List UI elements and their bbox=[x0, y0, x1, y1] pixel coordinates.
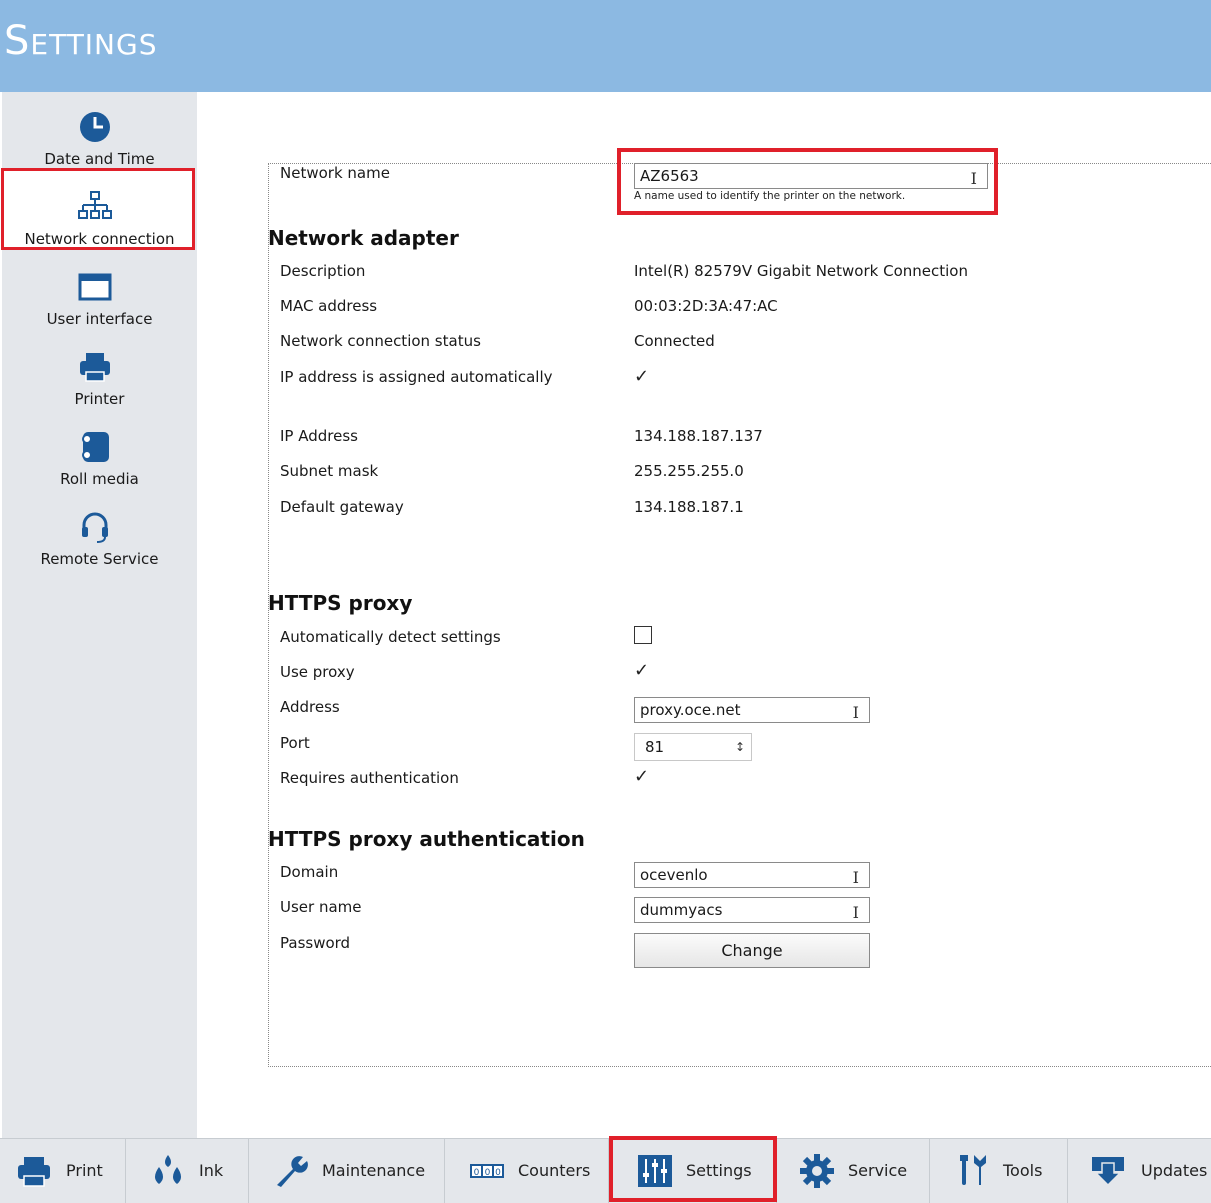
active-tab-highlight bbox=[609, 1136, 777, 1202]
sidebar-item-label: Roll media bbox=[60, 470, 139, 488]
domain-value: ocevenlo bbox=[640, 866, 708, 884]
auto-detect-checkbox[interactable] bbox=[634, 626, 652, 644]
network-name-value: AZ6563 bbox=[640, 167, 699, 185]
svg-text:0: 0 bbox=[495, 1168, 501, 1178]
tab-ink[interactable]: Ink bbox=[126, 1139, 249, 1203]
bottom-nav: Print Ink Maintenance 0 0 0 Counters Set… bbox=[0, 1138, 1211, 1203]
network-name-hint: A name used to identify the printer on t… bbox=[634, 190, 906, 202]
svg-text:0: 0 bbox=[485, 1168, 491, 1178]
mac-address-value: 00:03:2D:3A:47:AC bbox=[634, 297, 778, 315]
tab-tools[interactable]: Tools bbox=[930, 1139, 1068, 1203]
page-header: Settings bbox=[0, 0, 1211, 92]
auto-detect-label: Automatically detect settings bbox=[280, 628, 501, 646]
section-network-adapter: Network adapter bbox=[268, 226, 459, 250]
tab-label: Updates bbox=[1141, 1161, 1208, 1180]
gear-icon bbox=[800, 1154, 834, 1188]
printer-icon bbox=[80, 353, 110, 382]
spinner-arrows-icon[interactable]: ↕ bbox=[735, 734, 745, 760]
section-proxy-authentication: HTTPS proxy authentication bbox=[268, 827, 585, 851]
ip-auto-checkbox[interactable]: ✓ bbox=[634, 368, 652, 386]
use-proxy-checkbox[interactable]: ✓ bbox=[634, 662, 652, 680]
username-input[interactable]: dummyacs I bbox=[634, 897, 870, 923]
subnet-mask-value: 255.255.255.0 bbox=[634, 462, 744, 480]
tab-label: Maintenance bbox=[322, 1161, 426, 1180]
use-proxy-label: Use proxy bbox=[280, 663, 355, 681]
ink-drops-icon bbox=[155, 1155, 181, 1184]
ip-auto-label: IP address is assigned automatically bbox=[280, 368, 553, 386]
username-label: User name bbox=[280, 898, 362, 916]
text-cursor-icon: I bbox=[852, 868, 859, 887]
roll-media-icon bbox=[82, 432, 109, 462]
svg-text:0: 0 bbox=[474, 1168, 480, 1178]
description-value: Intel(R) 82579V Gigabit Network Connecti… bbox=[634, 262, 968, 280]
network-name-input[interactable]: AZ6563 I bbox=[634, 163, 988, 189]
change-password-button[interactable]: Change bbox=[634, 933, 870, 968]
tab-updates[interactable]: Updates bbox=[1068, 1139, 1211, 1203]
download-icon bbox=[1092, 1157, 1124, 1187]
sidebar-item-printer[interactable]: Printer bbox=[2, 340, 197, 418]
tab-print[interactable]: Print bbox=[0, 1139, 126, 1203]
tab-label: Service bbox=[848, 1161, 908, 1180]
text-cursor-icon: I bbox=[970, 169, 977, 188]
sidebar-item-remote-service[interactable]: Remote Service bbox=[2, 500, 197, 578]
wrench-icon bbox=[277, 1156, 308, 1187]
sidebar-item-label: User interface bbox=[46, 310, 153, 328]
tab-label: Print bbox=[66, 1161, 103, 1180]
tab-maintenance[interactable]: Maintenance bbox=[249, 1139, 445, 1203]
requires-auth-label: Requires authentication bbox=[280, 769, 459, 787]
default-gateway-value: 134.188.187.1 bbox=[634, 498, 744, 516]
mac-address-label: MAC address bbox=[280, 297, 378, 315]
printer-icon bbox=[18, 1157, 50, 1187]
connection-status-value: Connected bbox=[634, 332, 715, 350]
network-name-label: Network name bbox=[280, 164, 390, 182]
port-stepper[interactable]: 81 ↕ bbox=[634, 733, 752, 761]
section-https-proxy: HTTPS proxy bbox=[268, 591, 413, 615]
ip-address-label: IP Address bbox=[280, 427, 358, 445]
description-label: Description bbox=[280, 262, 366, 280]
port-label: Port bbox=[280, 734, 310, 752]
proxy-address-input[interactable]: proxy.oce.net I bbox=[634, 697, 870, 723]
text-cursor-icon: I bbox=[852, 903, 859, 922]
password-label: Password bbox=[280, 934, 351, 952]
sidebar-item-user-interface[interactable]: User interface bbox=[2, 260, 197, 338]
tab-label: Ink bbox=[199, 1161, 224, 1180]
tab-counters[interactable]: 0 0 0 Counters bbox=[445, 1139, 609, 1203]
sidebar-item-label: Printer bbox=[74, 390, 125, 408]
tab-label: Counters bbox=[518, 1161, 591, 1180]
tab-service[interactable]: Service bbox=[777, 1139, 930, 1203]
page-title: Settings bbox=[4, 18, 158, 64]
username-value: dummyacs bbox=[640, 901, 723, 919]
port-value: 81 bbox=[645, 738, 665, 756]
tab-label: Tools bbox=[1003, 1161, 1043, 1180]
requires-auth-checkbox[interactable]: ✓ bbox=[634, 768, 652, 786]
sidebar-item-date-time[interactable]: Date and Time bbox=[2, 100, 197, 178]
domain-label: Domain bbox=[280, 863, 339, 881]
sidebar-item-roll-media[interactable]: Roll media bbox=[2, 420, 197, 498]
sidebar-item-label: Date and Time bbox=[44, 150, 155, 168]
sidebar-item-label: Network connection bbox=[24, 230, 175, 248]
subnet-mask-label: Subnet mask bbox=[280, 462, 379, 480]
counter-icon: 0 0 0 bbox=[470, 1164, 504, 1178]
sidebar-item-label: Remote Service bbox=[40, 550, 159, 568]
network-icon bbox=[78, 191, 112, 219]
default-gateway-label: Default gateway bbox=[280, 498, 404, 516]
window-icon bbox=[78, 273, 112, 301]
sidebar: Date and Time Network connection User in… bbox=[1, 92, 197, 1138]
sidebar-item-network-connection[interactable]: Network connection bbox=[2, 180, 197, 258]
proxy-address-value: proxy.oce.net bbox=[640, 701, 741, 719]
text-cursor-icon: I bbox=[852, 703, 859, 722]
clock-icon bbox=[80, 112, 110, 142]
address-label: Address bbox=[280, 698, 340, 716]
connection-status-label: Network connection status bbox=[280, 332, 481, 350]
domain-input[interactable]: ocevenlo I bbox=[634, 862, 870, 888]
headset-icon bbox=[82, 512, 108, 543]
ip-address-value: 134.188.187.137 bbox=[634, 427, 763, 445]
tools-icon bbox=[960, 1155, 986, 1185]
